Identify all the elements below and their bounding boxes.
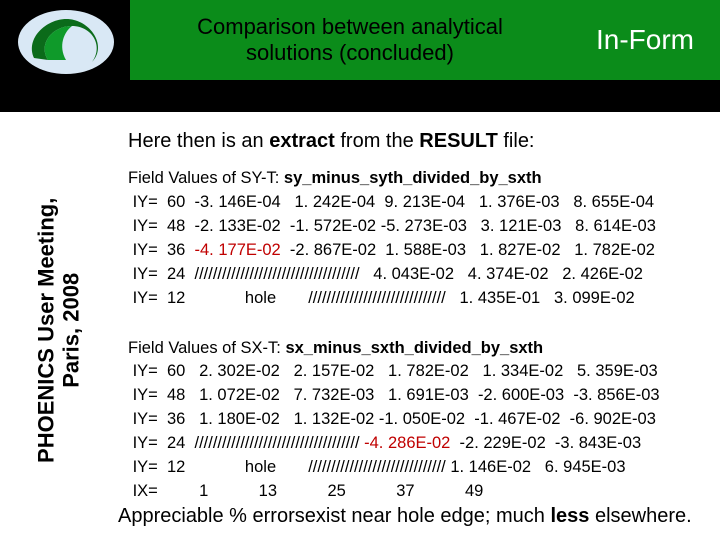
sy-row-36-red: -4. 177E-02	[195, 241, 281, 259]
sy-head-pre: Field Values of SY-T:	[128, 169, 284, 187]
sx-row-48: IY= 48 1. 072E-02 7. 732E-03 1. 691E-03 …	[128, 386, 660, 404]
intro-text: Here then is an extract from the RESULT …	[128, 130, 708, 153]
header-bar: Comparison between analytical solutions …	[130, 0, 720, 80]
logo	[14, 6, 118, 78]
sx-row-12: IY= 12 hole ////////////////////////////…	[128, 458, 626, 476]
footer-bold: less	[550, 505, 589, 527]
sx-row-24-post: -2. 229E-02 -3. 843E-03	[450, 434, 641, 452]
intro-bold1: extract	[269, 130, 335, 152]
sy-row-60: IY= 60 -3. 146E-04 1. 242E-04 9. 213E-04…	[128, 193, 654, 211]
slide-title: Comparison between analytical solutions …	[130, 0, 570, 80]
sx-block: Field Values of SX-T: sx_minus_sxth_divi…	[128, 337, 708, 504]
footer-t2: exist near hole edge; much	[305, 505, 551, 527]
sx-row-36: IY= 36 1. 180E-02 1. 132E-02 -1. 050E-02…	[128, 410, 656, 428]
sx-row-ix: IX= 1 13 25 37 49	[128, 482, 483, 500]
sx-row-24-red: -4. 286E-02	[364, 434, 450, 452]
intro-mid: from the	[335, 130, 419, 152]
sidebar-line-2: Paris, 2008	[59, 273, 84, 388]
footer-t3: elsewhere.	[589, 505, 691, 527]
sy-row-36-pre: IY= 36	[128, 241, 195, 259]
sy-head-bold: sy_minus_syth_divided_by_sxth	[284, 169, 542, 187]
sy-block: Field Values of SY-T: sy_minus_syth_divi…	[128, 167, 708, 311]
title-line-2: solutions (concluded)	[246, 40, 454, 66]
sx-head-bold: sx_minus_sxth_divided_by_sxth	[285, 339, 543, 357]
intro-post: file:	[498, 130, 535, 152]
sidebar-line-1: PHOENICS User Meeting,	[34, 197, 59, 462]
sx-head-pre: Field Values of SX-T:	[128, 339, 285, 357]
content-area: Here then is an extract from the RESULT …	[128, 130, 708, 504]
sx-row-24-pre: IY= 24 /////////////////////////////////…	[128, 434, 364, 452]
sidebar-caption: PHOENICS User Meeting, Paris, 2008	[0, 160, 118, 500]
intro-bold2: RESULT	[419, 130, 498, 152]
intro-pre: Here then is an	[128, 130, 269, 152]
sy-row-48: IY= 48 -2. 133E-02 -1. 572E-02 -5. 273E-…	[128, 217, 656, 235]
sy-row-12: IY= 12 hole ////////////////////////////…	[128, 289, 635, 307]
sx-row-60: IY= 60 2. 302E-02 2. 157E-02 1. 782E-02 …	[128, 362, 658, 380]
brand-label: In-Form	[570, 0, 720, 80]
footer-note: Appreciable % errorsexist near hole edge…	[118, 505, 710, 528]
footer-t1: Appreciable % errors	[118, 505, 305, 527]
sy-row-36-post: -2. 867E-02 1. 588E-03 1. 827E-02 1. 782…	[281, 241, 655, 259]
sy-row-24: IY= 24 /////////////////////////////////…	[128, 265, 643, 283]
title-line-1: Comparison between analytical	[197, 14, 503, 40]
slide: Comparison between analytical solutions …	[0, 0, 720, 540]
